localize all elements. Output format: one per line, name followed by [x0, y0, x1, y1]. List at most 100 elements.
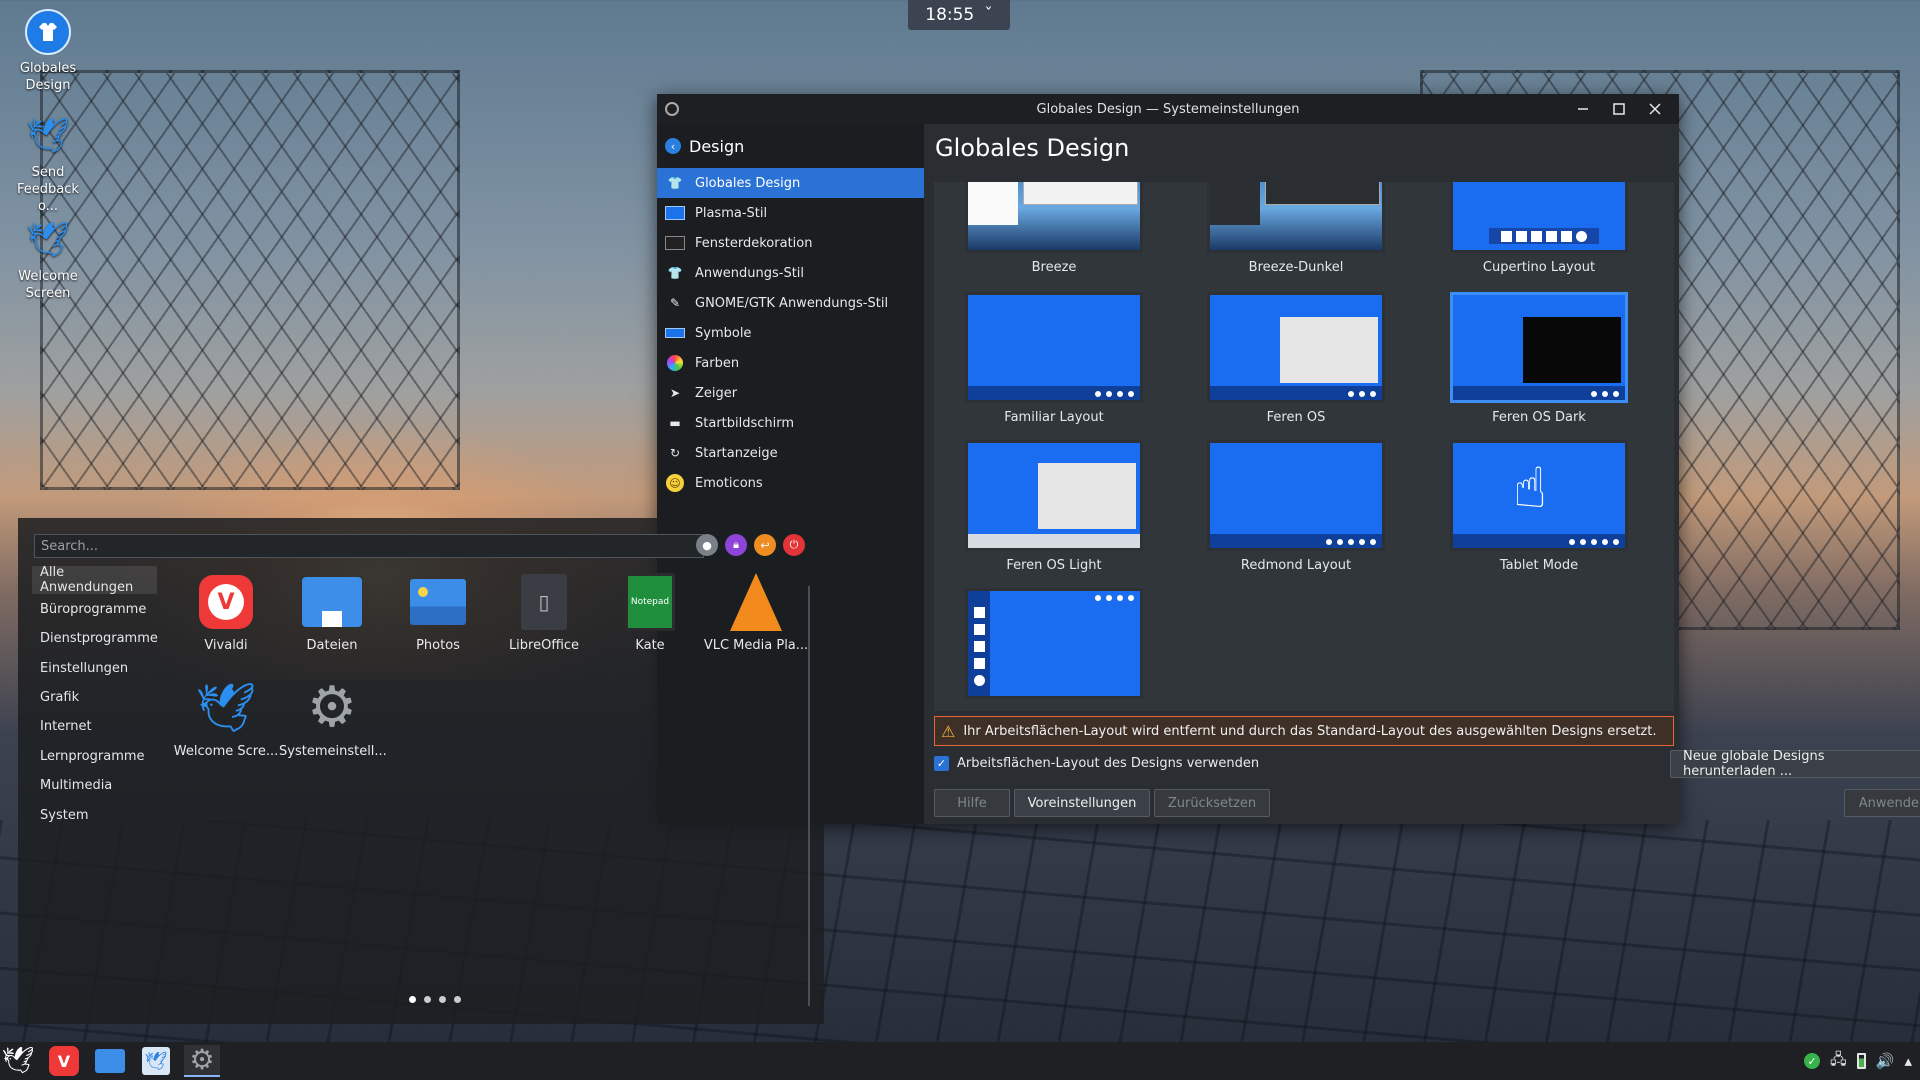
- theme-card-feren-os-light[interactable]: Feren OS Light: [964, 440, 1144, 573]
- app-label: Vivaldi: [204, 638, 248, 653]
- use-layout-checkbox-row[interactable]: ✓ Arbeitsflächen-Layout des Designs verw…: [934, 756, 1259, 771]
- network-icon[interactable]: 🖧: [1830, 1049, 1847, 1074]
- sidebar-item-window-decoration[interactable]: Fensterdekoration: [657, 228, 924, 258]
- theme-card-cupertino[interactable]: Cupertino Layout: [1449, 182, 1629, 275]
- tray-expand-icon[interactable]: ▴: [1904, 1052, 1912, 1070]
- page-dot-2[interactable]: [424, 996, 431, 1003]
- panel-clock[interactable]: 18:55 ˇ: [908, 0, 1010, 30]
- user-avatar-icon[interactable]: ●: [696, 534, 718, 556]
- vivaldi-icon: V: [199, 575, 253, 629]
- launcher-search-input[interactable]: Search...: [34, 534, 704, 558]
- sidebar-item-icons[interactable]: Symbole: [657, 318, 924, 348]
- app-libreoffice[interactable]: ▯ LibreOffice: [491, 572, 597, 653]
- checkbox-checked-icon[interactable]: ✓: [934, 756, 949, 771]
- theme-preview: [965, 440, 1143, 551]
- theme-card-feren-os[interactable]: Feren OS: [1206, 292, 1386, 425]
- reset-button[interactable]: Zurücksetzen: [1154, 789, 1270, 817]
- desktop-icon-send-feedback[interactable]: 🕊 Send Feedback o...: [8, 112, 88, 215]
- photos-icon: [410, 579, 466, 625]
- system-tray: ✓ 🖧 🔊 ▴: [1804, 1042, 1912, 1080]
- apply-button[interactable]: Anwenden: [1844, 789, 1920, 817]
- sidebar-item-cursors[interactable]: ➤ Zeiger: [657, 378, 924, 408]
- category-multimedia[interactable]: Multimedia: [32, 771, 157, 799]
- theme-preview: [1207, 292, 1385, 403]
- icons-icon: [665, 325, 685, 341]
- theme-card-breeze[interactable]: Breeze: [964, 182, 1144, 275]
- page-dot-4[interactable]: [454, 996, 461, 1003]
- close-button[interactable]: [1637, 94, 1673, 124]
- app-welcome-screen[interactable]: 🕊 Welcome Scre...: [173, 678, 279, 759]
- theme-card-tablet-mode[interactable]: ☝ Tablet Mode: [1449, 440, 1629, 573]
- logout-icon[interactable]: ↩: [754, 534, 776, 556]
- maximize-button[interactable]: [1601, 94, 1637, 124]
- sidebar-item-global-theme[interactable]: 👕 Globales Design: [657, 168, 924, 198]
- power-icon[interactable]: ⏻: [783, 534, 805, 556]
- app-vlc[interactable]: VLC Media Pla...: [703, 572, 809, 653]
- app-system-settings[interactable]: ⚙ Systemeinstell...: [279, 678, 387, 760]
- launcher-button[interactable]: 🕊: [0, 1045, 36, 1077]
- sidebar-item-gtk-style[interactable]: ✎ GNOME/GTK Anwendungs-Stil: [657, 288, 924, 318]
- window-decoration-icon: [665, 235, 685, 251]
- sidebar-item-application-style[interactable]: 👕 Anwendungs-Stil: [657, 258, 924, 288]
- folder-icon: [302, 577, 362, 627]
- category-graphics[interactable]: Grafik: [32, 683, 157, 711]
- desktop-icon-global-theme[interactable]: Globales Design: [8, 8, 88, 94]
- category-education[interactable]: Lernprogramme: [32, 742, 157, 770]
- battery-icon[interactable]: [1856, 1053, 1866, 1069]
- category-system[interactable]: System: [32, 801, 157, 829]
- help-button[interactable]: Hilfe: [934, 789, 1010, 817]
- gnome-foot-icon: ✎: [669, 296, 681, 310]
- desktop-icon-welcome-screen[interactable]: 🕊 Welcome Screen: [8, 216, 88, 302]
- launcher-actions: ● 🔒︎ ↩ ⏻: [696, 534, 805, 556]
- sidebar-header[interactable]: ‹ Design: [657, 124, 924, 168]
- category-utilities[interactable]: Dienstprogramme: [32, 624, 158, 652]
- folder-icon: [95, 1049, 125, 1073]
- sidebar-item-startup-feedback[interactable]: ↻ Startanzeige: [657, 438, 924, 468]
- hand-pointer-icon: ☝: [1513, 456, 1548, 521]
- minimize-button[interactable]: [1565, 94, 1601, 124]
- app-vivaldi[interactable]: V Vivaldi: [173, 572, 279, 653]
- app-photos[interactable]: Photos: [385, 572, 491, 653]
- window-title: Globales Design — Systemeinstellungen: [1036, 101, 1300, 117]
- sidebar-item-colors[interactable]: Farben: [657, 348, 924, 378]
- theme-card-feren-os-dark[interactable]: Feren OS Dark: [1449, 292, 1629, 425]
- theme-card-redmond[interactable]: Redmond Layout: [1206, 440, 1386, 573]
- sidebar-item-splash-screen[interactable]: ▬ Startbildschirm: [657, 408, 924, 438]
- taskbar-files[interactable]: [92, 1045, 128, 1077]
- category-internet[interactable]: Internet: [32, 712, 157, 740]
- taskbar-system-settings[interactable]: ⚙: [184, 1045, 220, 1077]
- window-titlebar[interactable]: Globales Design — Systemeinstellungen: [657, 94, 1679, 124]
- sidebar-item-label: Globales Design: [695, 175, 801, 191]
- application-launcher: Search... ● 🔒︎ ↩ ⏻ Alle Anwendungen Büro…: [18, 518, 824, 1024]
- sidebar-item-emoticons[interactable]: ☺ Emoticons: [657, 468, 924, 498]
- theme-card-breeze-dark[interactable]: Breeze-Dunkel: [1206, 182, 1386, 275]
- theme-label: Feren OS Dark: [1492, 410, 1586, 425]
- app-label: LibreOffice: [508, 638, 580, 653]
- category-office[interactable]: Büroprogramme: [32, 595, 157, 623]
- lock-icon[interactable]: 🔒︎: [725, 534, 747, 556]
- app-files[interactable]: Dateien: [279, 572, 385, 653]
- vlc-cone-icon: [730, 573, 782, 631]
- sidebar-item-plasma-style[interactable]: Plasma-Stil: [657, 198, 924, 228]
- desktop-icon-label: Send Feedback o...: [17, 165, 79, 214]
- volume-icon[interactable]: 🔊: [1876, 1052, 1895, 1070]
- update-ok-icon[interactable]: ✓: [1804, 1053, 1821, 1069]
- page-dot-3[interactable]: [439, 996, 446, 1003]
- category-settings[interactable]: Einstellungen: [32, 654, 157, 682]
- warning-message: ⚠ Ihr Arbeitsflächen-Layout wird entfern…: [934, 716, 1674, 746]
- page-dot-1[interactable]: [409, 996, 416, 1003]
- app-kate[interactable]: Notepad Kate: [597, 572, 703, 653]
- theme-card-vertical-layout[interactable]: [964, 588, 1144, 706]
- app-label: Kate: [635, 638, 665, 653]
- app-label: Welcome Scre...: [173, 744, 279, 759]
- system-settings-icon: 🕊: [142, 1047, 170, 1075]
- download-themes-button[interactable]: Neue globale Designs herunterladen ...: [1670, 749, 1920, 779]
- taskbar-settings-window[interactable]: 🕊: [138, 1045, 174, 1077]
- launcher-scrollbar[interactable]: [808, 586, 810, 1006]
- taskbar-vivaldi[interactable]: V: [46, 1045, 82, 1077]
- theme-card-familiar[interactable]: Familiar Layout: [964, 292, 1144, 425]
- theme-label: Cupertino Layout: [1482, 260, 1596, 275]
- category-all-applications[interactable]: Alle Anwendungen: [32, 565, 157, 595]
- defaults-button[interactable]: Voreinstellungen: [1014, 789, 1150, 817]
- back-arrow-icon[interactable]: ‹: [665, 138, 681, 154]
